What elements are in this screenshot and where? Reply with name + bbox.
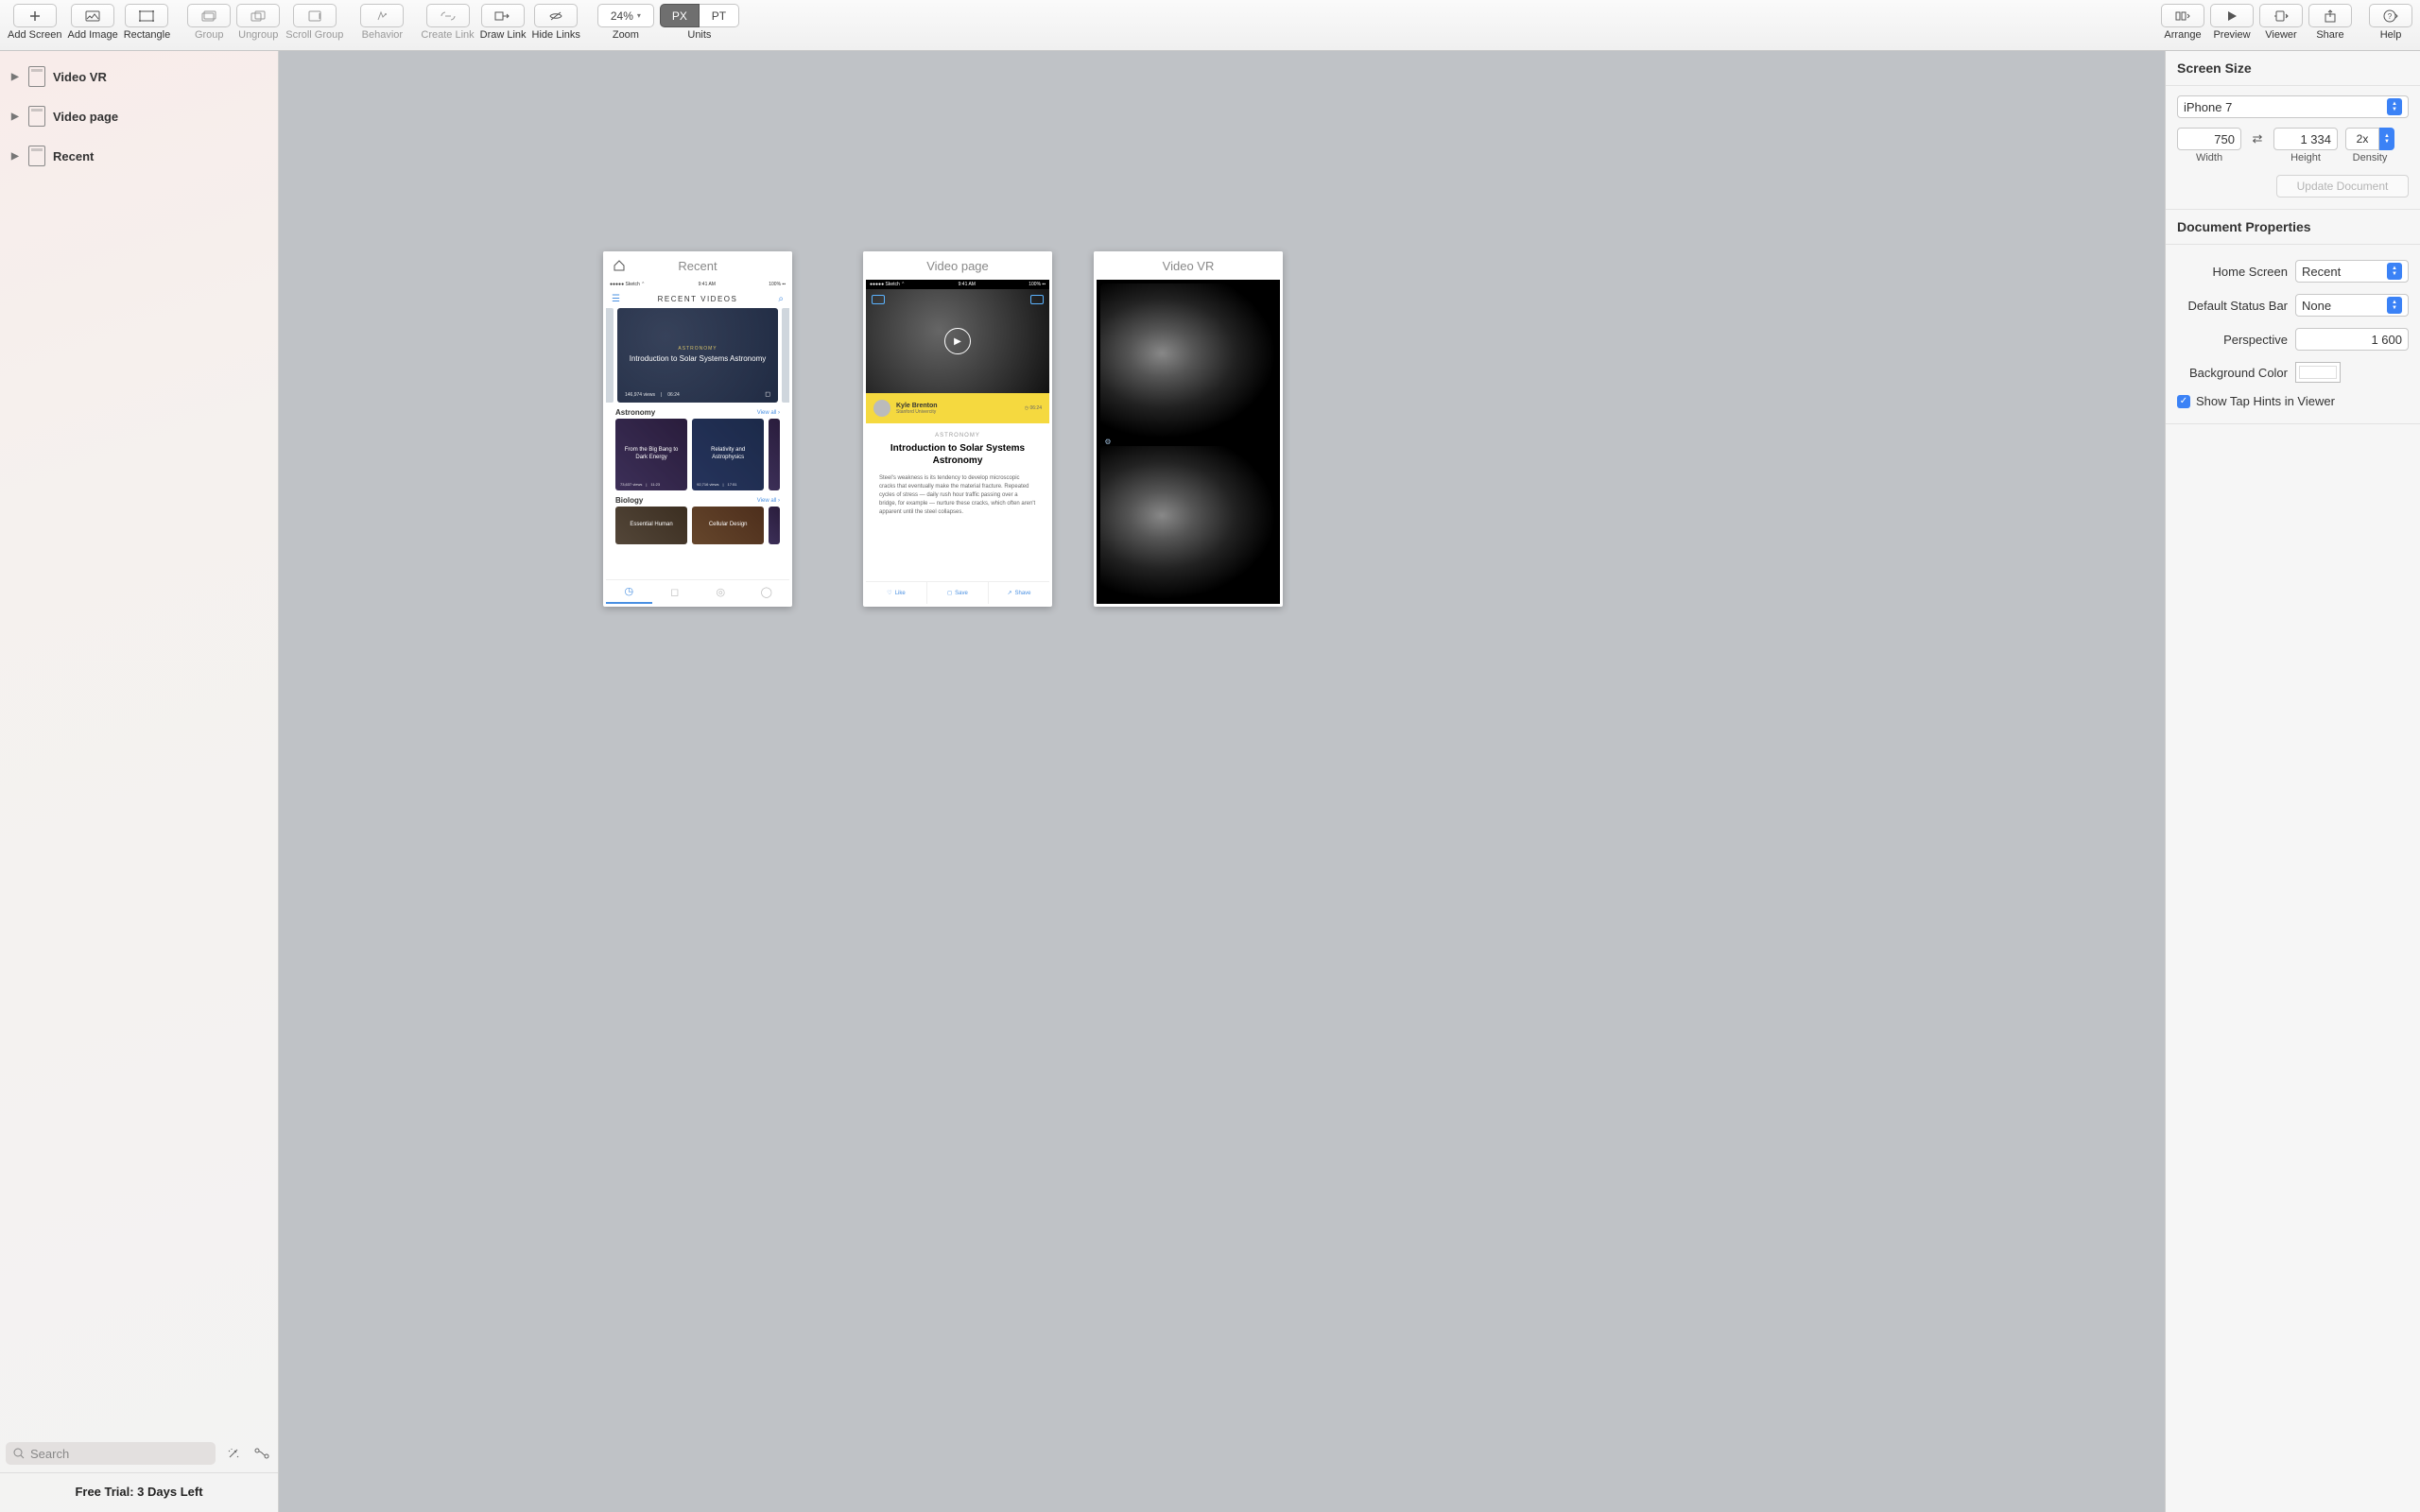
screen-icon xyxy=(28,106,45,127)
update-document-button[interactable]: Update Document xyxy=(2276,175,2409,198)
width-input[interactable]: 750 xyxy=(2177,128,2241,150)
share-button[interactable]: Share xyxy=(2308,4,2352,41)
status-bar: ●●●●● Sketch ⌃ 9:41 AM 100% ▪▪ xyxy=(606,280,789,289)
layer-label: Recent xyxy=(53,149,94,163)
screen-size-title: Screen Size xyxy=(2166,51,2420,86)
tab-profile: ◯ xyxy=(744,580,790,604)
scroll-group-button[interactable]: Scroll Group xyxy=(285,4,343,41)
trial-status: Free Trial: 3 Days Left xyxy=(0,1472,278,1512)
artboard-title: Video page xyxy=(863,251,1052,280)
like-button: ♡Like xyxy=(866,582,927,604)
layer-item-recent[interactable]: ▶ Recent xyxy=(0,136,278,176)
vr-icon xyxy=(1030,295,1044,304)
rectangle-button[interactable]: Rectangle xyxy=(124,4,171,41)
nav-bar: ☰ RECENT VIDEOS ⌕ xyxy=(606,289,789,308)
create-link-button[interactable]: Create Link xyxy=(421,4,474,41)
hero-card: ASTRONOMY Introduction to Solar Systems … xyxy=(617,308,778,403)
zoom-control[interactable]: 24%▾ Zoom xyxy=(597,4,654,41)
artboard-recent[interactable]: Recent ●●●●● Sketch ⌃ 9:41 AM 100% ▪▪ ☰ … xyxy=(603,251,792,607)
units-px[interactable]: PX xyxy=(660,4,700,27)
group-button[interactable]: Group xyxy=(187,4,231,41)
video-card: Essential Human xyxy=(615,507,687,544)
chevron-right-icon: ▶ xyxy=(11,151,21,162)
bookmark-icon: ◻ xyxy=(765,390,770,398)
video-card: Relativity and Astrophysics 92,716 views… xyxy=(692,419,764,490)
toolbar: Add Screen Add Image Rectangle Group Ung… xyxy=(0,0,2420,51)
behavior-button[interactable]: Behavior xyxy=(360,4,404,41)
device-select[interactable]: iPhone 7 ▲▼ xyxy=(2177,95,2409,118)
layer-label: Video page xyxy=(53,110,118,124)
units-pt[interactable]: PT xyxy=(700,4,739,27)
save-button: ◻Save xyxy=(927,582,989,604)
tab-recent: ◷ xyxy=(606,580,652,604)
inspector-panel: Screen Size iPhone 7 ▲▼ 750 Width ⇄ 1 33… xyxy=(2165,51,2420,1512)
magic-wand-icon[interactable] xyxy=(223,1443,244,1464)
video-player: ▶ xyxy=(866,289,1049,393)
layer-item-video-vr[interactable]: ▶ Video VR xyxy=(0,57,278,96)
help-button[interactable]: ? Help xyxy=(2369,4,2412,41)
avatar xyxy=(873,400,890,417)
tab-bar: ◷ ◻ ◎ ◯ xyxy=(606,579,789,604)
video-card: From the Big Bang to Dark Energy 73,637 … xyxy=(615,419,687,490)
swap-icon[interactable]: ⇄ xyxy=(2249,128,2266,150)
select-arrows-icon: ▲▼ xyxy=(2387,297,2402,314)
bg-color-swatch[interactable] xyxy=(2295,362,2341,383)
home-icon xyxy=(613,259,626,272)
tab-bookmarks: ◻ xyxy=(652,580,699,604)
select-arrows-icon: ▲▼ xyxy=(2387,98,2402,115)
layer-label: Video VR xyxy=(53,70,107,84)
video-card: Cellular Design xyxy=(692,507,764,544)
status-bar: ●●●●● Sketch ⌃ 9:41 AM 100% ▪▪ xyxy=(866,280,1049,289)
arrange-button[interactable]: Arrange xyxy=(2161,4,2204,41)
tab-explore: ◎ xyxy=(698,580,744,604)
action-bar: ♡Like ◻Save ↗Shave xyxy=(866,581,1049,604)
viewer-button[interactable]: Viewer xyxy=(2259,4,2303,41)
artboard-video-page[interactable]: Video page ●●●●● Sketch ⌃ 9:41 AM 100% ▪… xyxy=(863,251,1052,607)
status-bar-select[interactable]: None ▲▼ xyxy=(2295,294,2409,317)
artboard-title: Video VR xyxy=(1094,251,1283,280)
layers-sidebar: ▶ Video VR ▶ Video page ▶ Recent Search xyxy=(0,51,279,1512)
chevron-right-icon: ▶ xyxy=(11,112,21,122)
svg-text:?: ? xyxy=(2388,12,2393,21)
screen-icon xyxy=(28,146,45,166)
home-screen-select[interactable]: Recent ▲▼ xyxy=(2295,260,2409,283)
select-arrows-icon: ▲▼ xyxy=(2387,263,2402,280)
select-arrows-icon: ▲▼ xyxy=(2379,128,2394,150)
canvas[interactable]: Recent ●●●●● Sketch ⌃ 9:41 AM 100% ▪▪ ☰ … xyxy=(279,51,2165,1512)
height-input[interactable]: 1 334 xyxy=(2273,128,2338,150)
author-bar: Kyle Brenton Stanford Univercity ◷ 06:24 xyxy=(866,393,1049,423)
preview-button[interactable]: Preview xyxy=(2210,4,2254,41)
tap-hints-label: Show Tap Hints in Viewer xyxy=(2196,394,2335,408)
search-icon: ⌕ xyxy=(778,294,784,304)
play-icon: ▶ xyxy=(944,328,971,354)
share-button: ↗Shave xyxy=(989,582,1049,604)
back-icon xyxy=(872,295,885,304)
tap-hints-checkbox[interactable]: ✓ xyxy=(2177,395,2190,408)
link-flow-icon[interactable] xyxy=(251,1443,272,1464)
doc-props-title: Document Properties xyxy=(2166,210,2420,245)
vr-eye-bottom xyxy=(1100,446,1276,601)
hide-links-button[interactable]: Hide Links xyxy=(532,4,580,41)
perspective-input[interactable]: 1 600 xyxy=(2295,328,2409,351)
density-select[interactable]: 2x ▲▼ xyxy=(2345,128,2394,150)
add-screen-button[interactable]: Add Screen xyxy=(8,4,61,41)
layer-item-video-page[interactable]: ▶ Video page xyxy=(0,96,278,136)
list-icon: ☰ xyxy=(612,294,620,304)
search-input[interactable]: Search xyxy=(6,1442,216,1465)
search-placeholder: Search xyxy=(30,1447,69,1461)
ungroup-button[interactable]: Ungroup xyxy=(236,4,280,41)
search-icon xyxy=(13,1448,25,1459)
draw-link-button[interactable]: Draw Link xyxy=(480,4,527,41)
vr-eye-top xyxy=(1100,284,1276,438)
units-toggle[interactable]: PX PT Units xyxy=(660,4,739,41)
artboard-video-vr[interactable]: Video VR ❚❚ ⚙ xyxy=(1094,251,1283,607)
screen-icon xyxy=(28,66,45,87)
chevron-right-icon: ▶ xyxy=(11,72,21,82)
artboard-title: Recent xyxy=(603,251,792,280)
add-image-button[interactable]: Add Image xyxy=(67,4,117,41)
